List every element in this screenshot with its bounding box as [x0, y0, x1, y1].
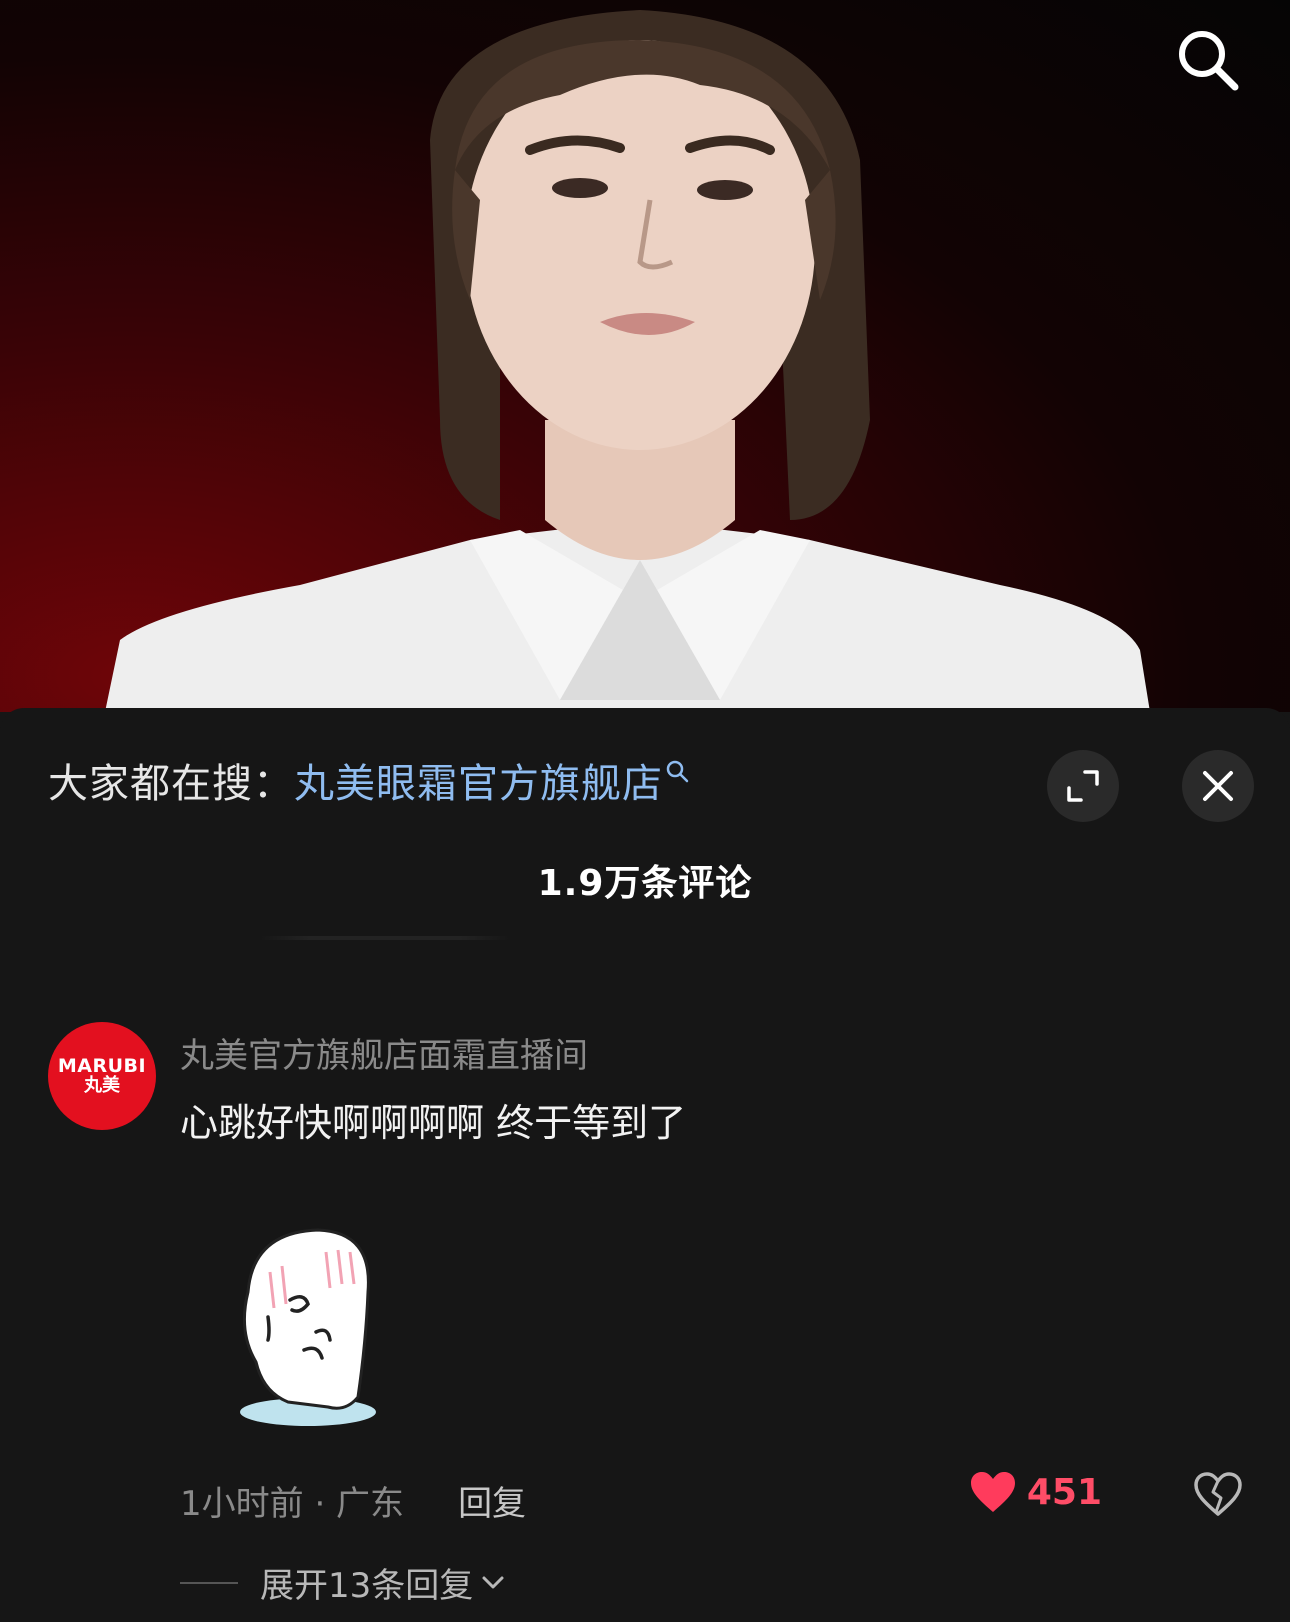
search-button[interactable]: [1168, 20, 1248, 100]
search-icon: [1179, 31, 1239, 91]
avatar-cn-text: 丸美: [84, 1074, 120, 1096]
avatar-brand-text: MARUBI: [57, 1054, 147, 1077]
sticker-image: [240, 1228, 376, 1426]
video-frame-person: [105, 10, 1150, 712]
heart-icon: [970, 1472, 1015, 1512]
comment-sheet: 大家都在搜： 丸美眼霜官方旗舰店 1.9万条评论 MARUBI 丸美 丸美官方旗…: [0, 708, 1290, 1622]
close-button[interactable]: [1182, 750, 1254, 822]
broken-heart-icon: [1194, 1472, 1242, 1516]
comment-count-title: 1.9万条评论: [537, 863, 753, 904]
search-suggestion-link[interactable]: 丸美眼霜官方旗舰店: [294, 751, 663, 809]
expand-replies-line: [180, 1581, 238, 1584]
search-suggestion-prefix: 大家都在搜：: [48, 761, 294, 807]
comment-text: 心跳好快啊啊啊啊 终于等到了: [180, 1101, 687, 1145]
dislike-button[interactable]: [1194, 1472, 1242, 1520]
comment-sheet-header: 大家都在搜： 丸美眼霜官方旗舰店: [48, 740, 1256, 822]
expand-icon: [1067, 770, 1099, 802]
close-icon: [1203, 771, 1233, 801]
comment-meta: 1小时前 · 广东 回复: [180, 1476, 526, 1525]
avatar[interactable]: MARUBI 丸美: [48, 1022, 156, 1130]
expand-replies-label: 展开13条回复: [260, 1566, 474, 1606]
expand-replies-button[interactable]: 展开13条回复: [180, 1558, 505, 1607]
expand-button[interactable]: [1047, 750, 1119, 822]
small-search-icon: [666, 760, 689, 783]
reply-button[interactable]: 回复: [458, 1476, 526, 1525]
video-player[interactable]: [0, 0, 1290, 712]
like-button[interactable]: 451: [969, 1470, 1102, 1514]
comment-time-location: 1小时前 · 广东: [180, 1484, 405, 1524]
chevron-down-icon: [482, 1576, 504, 1588]
search-suggestion: 大家都在搜： 丸美眼霜官方旗舰店: [48, 751, 689, 809]
comment-username[interactable]: 丸美官方旗舰店面霜直播间: [180, 1028, 588, 1077]
like-count: 451: [1026, 1471, 1102, 1513]
faded-divider: [260, 936, 510, 940]
